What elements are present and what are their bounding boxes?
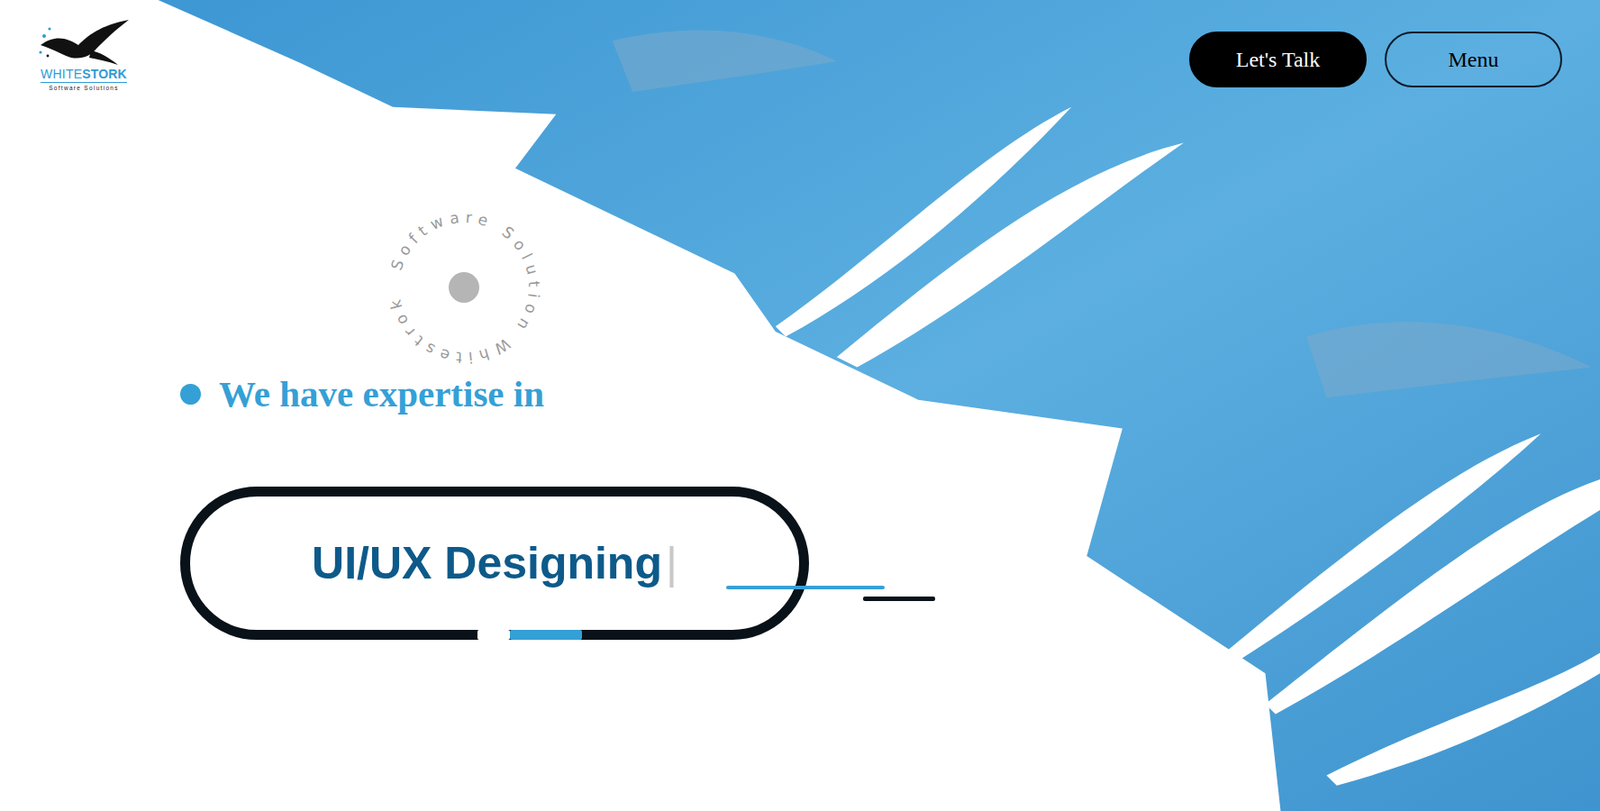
badge-dot [448, 272, 480, 303]
brand-name: WHITESTORK [40, 66, 128, 83]
expertise-heading: We have expertise in [180, 372, 545, 417]
accent-line [863, 596, 936, 601]
header: WHITESTORKSoftware Solutions Let's Talk Me… [0, 0, 1600, 91]
typed-text: UI/UX Designing [311, 536, 663, 590]
page: WHITESTORKSoftware Solutions Let's Talk Me… [0, 0, 1600, 811]
typed-pill: UI/UX Designing| [180, 486, 810, 640]
stork-logo-icon [36, 18, 131, 67]
logo[interactable]: WHITESTORKSoftware Solutions [34, 18, 134, 91]
brand-tagline: Software Solutions [48, 84, 119, 91]
nav-buttons: Let's Talk Menu [1189, 31, 1563, 88]
typed-pill-wrap: UI/UX Designing| [180, 486, 810, 640]
border-accent [509, 629, 582, 640]
rotating-badge: Software Solution Whitestrok [382, 206, 546, 369]
bullet-dot [180, 383, 201, 405]
hero: Software Solution Whitestrok We have expe… [0, 90, 1600, 640]
border-gap [477, 629, 510, 640]
badge-text: Software Solution Whitestrok [385, 208, 544, 367]
lets-talk-button[interactable]: Let's Talk [1189, 31, 1367, 88]
accent-line [726, 585, 885, 590]
menu-button[interactable]: Menu [1384, 31, 1563, 88]
typing-cursor: | [665, 536, 678, 590]
expertise-text: We have expertise in [218, 372, 545, 417]
